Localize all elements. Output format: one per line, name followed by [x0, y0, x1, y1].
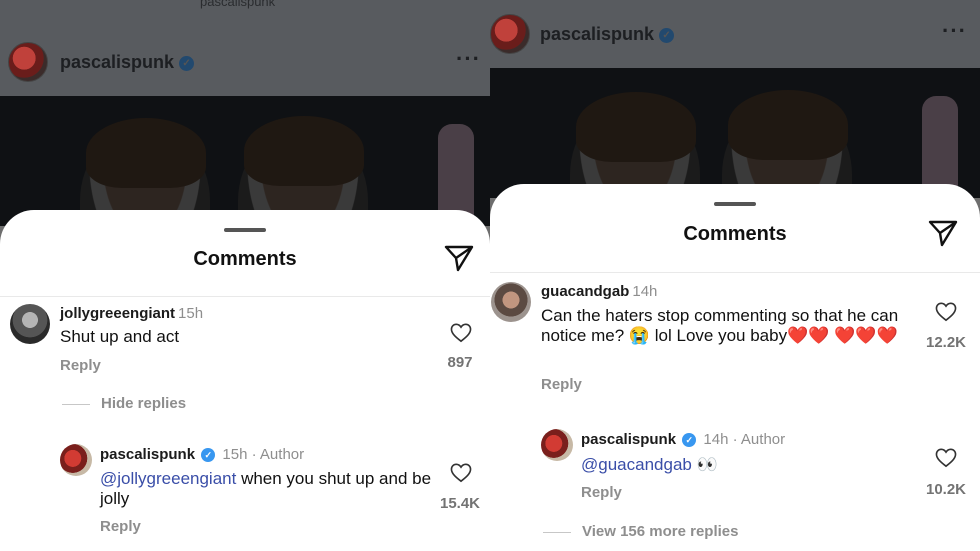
post-video[interactable]: [0, 96, 490, 276]
comments-sheet: Comments guacandgab 14h Can the haters st…: [490, 184, 980, 551]
header-divider: [490, 272, 980, 273]
like-heart-icon[interactable]: [935, 302, 957, 322]
view-more-replies-button[interactable]: View 156 more replies: [582, 523, 738, 540]
comment-time: 14h: [632, 283, 658, 300]
like-count: 15.4K: [439, 495, 481, 512]
comment-text: Can the haters stop commenting so that h…: [541, 306, 899, 345]
drag-handle[interactable]: [224, 228, 266, 232]
commenter-avatar[interactable]: [491, 282, 531, 322]
comment-username-row: guacandgab 14h: [541, 283, 657, 300]
verified-badge-icon: ✓: [682, 433, 697, 448]
post-author-name[interactable]: pascalispunk: [540, 24, 654, 44]
reply-button[interactable]: Reply: [541, 376, 582, 393]
top-username: pascalispunk: [200, 0, 276, 9]
reply-button[interactable]: Reply: [100, 518, 141, 535]
like-heart-icon[interactable]: [450, 463, 472, 483]
reply-username-row: pascalispunk ✓ 15h · Author: [100, 446, 304, 463]
more-options-icon[interactable]: ···: [942, 18, 967, 44]
like-heart-icon[interactable]: [450, 323, 472, 343]
verified-badge-icon: ✓: [201, 448, 216, 463]
post-author-username[interactable]: pascalispunk ✓: [540, 24, 675, 45]
like-heart-icon[interactable]: [935, 448, 957, 468]
reply-body: 👀: [691, 455, 718, 474]
reply-username[interactable]: pascalispunk: [581, 431, 676, 448]
reply-mention[interactable]: @guacandgab: [581, 455, 692, 474]
reply-author-avatar[interactable]: [541, 429, 573, 461]
header-divider: [0, 296, 490, 297]
comment-time: 15h: [178, 305, 204, 322]
share-send-icon[interactable]: [928, 219, 958, 247]
thread-line: [62, 404, 90, 405]
author-label: · Author: [732, 431, 786, 448]
hide-replies-button[interactable]: Hide replies: [101, 395, 186, 412]
post-author-avatar[interactable]: [490, 14, 530, 54]
reply-mention[interactable]: @jollygreeengiant: [100, 469, 236, 488]
thread-line: [543, 532, 571, 533]
person-hair-left: [576, 92, 696, 162]
more-options-icon[interactable]: ···: [456, 46, 481, 72]
like-count: 12.2K: [925, 334, 967, 351]
post-header: pascalispunk ✓ ···: [490, 0, 980, 68]
person-hair-right: [244, 116, 364, 186]
comment-text: Shut up and act: [60, 327, 180, 346]
reply-text: @jollygreeengiant when you shut up and b…: [100, 469, 440, 509]
verified-badge-icon: ✓: [659, 27, 675, 43]
like-count: 10.2K: [925, 481, 967, 498]
reply-author-avatar[interactable]: [60, 444, 92, 476]
comment-username-row: jollygreeengiant 15h: [60, 305, 203, 322]
comments-title: Comments: [193, 248, 297, 270]
post-header: pascalispunk pascalispunk ✓ ···: [0, 0, 490, 96]
reply-time: 14h: [703, 431, 729, 448]
comment-username[interactable]: guacandgab: [541, 283, 629, 300]
comment-username[interactable]: jollygreeengiant: [60, 305, 175, 322]
reply-button[interactable]: Reply: [60, 357, 101, 374]
post-author-name[interactable]: pascalispunk: [60, 52, 174, 72]
author-label: · Author: [251, 446, 305, 463]
commenter-avatar[interactable]: [10, 304, 50, 344]
reply-button[interactable]: Reply: [581, 484, 622, 501]
share-send-icon[interactable]: [444, 244, 474, 272]
post-author-username[interactable]: pascalispunk ✓: [60, 52, 195, 73]
reply-time: 15h: [222, 446, 248, 463]
like-count: 897: [447, 354, 473, 371]
reply-text: @guacandgab 👀: [581, 455, 901, 475]
left-screenshot: pascalispunk pascalispunk ✓ ··· Comments…: [0, 0, 490, 551]
person-hair-right: [728, 90, 848, 160]
reply-username[interactable]: pascalispunk: [100, 446, 195, 463]
person-hair-left: [86, 118, 206, 188]
post-author-avatar[interactable]: [8, 42, 48, 82]
drag-handle[interactable]: [714, 202, 756, 206]
verified-badge-icon: ✓: [179, 55, 195, 71]
comments-title: Comments: [683, 223, 787, 245]
right-screenshot: pascalispunk ✓ ··· Comments guacandgab 14…: [490, 0, 980, 551]
reply-username-row: pascalispunk ✓ 14h · Author: [581, 431, 785, 448]
post-video[interactable]: [490, 68, 980, 250]
comments-sheet: Comments jollygreeengiant 15h Shut up and…: [0, 210, 490, 551]
